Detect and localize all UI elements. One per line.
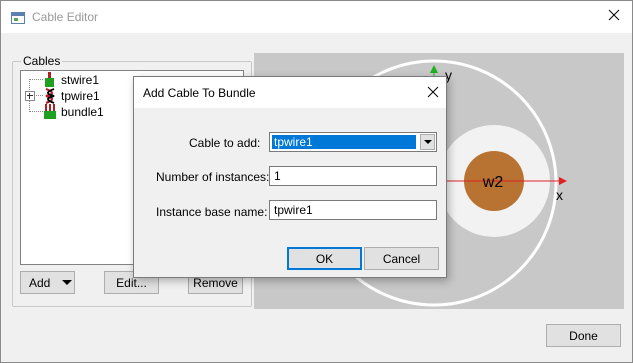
- dialog-title-bar: Add Cable To Bundle: [134, 77, 446, 108]
- tree-item-label: bundle1: [61, 105, 104, 119]
- instances-label: Number of instances:: [156, 170, 270, 184]
- dropdown-arrow-icon: [62, 280, 73, 285]
- ok-button[interactable]: OK: [287, 247, 362, 270]
- close-icon[interactable]: [607, 8, 621, 22]
- bundle-cable-icon: [44, 104, 56, 119]
- x-axis-arrow: [559, 177, 567, 185]
- title-bar: Cable Editor: [1, 1, 632, 33]
- done-button-label: Done: [569, 328, 598, 343]
- close-icon[interactable]: [427, 86, 439, 98]
- expand-icon[interactable]: [25, 91, 35, 101]
- ok-button-label: OK: [315, 251, 334, 266]
- single-wire-cable-icon: [45, 72, 54, 87]
- cable-select-dropdown-button[interactable]: [420, 134, 435, 150]
- cable-select[interactable]: tpwire1: [269, 132, 437, 152]
- add-cable-dialog: Add Cable To Bundle Cable to add: tpwire…: [133, 76, 447, 278]
- chevron-down-icon: [423, 140, 432, 144]
- tree-item-label: stwire1: [61, 73, 100, 87]
- base-name-label: Instance base name:: [156, 205, 268, 219]
- add-button-label: Add: [29, 275, 51, 290]
- tree-item-label: tpwire1: [61, 89, 100, 103]
- x-axis-label: x: [556, 187, 563, 203]
- instances-field[interactable]: [269, 166, 437, 186]
- dialog-title: Add Cable To Bundle: [143, 86, 256, 100]
- cancel-button[interactable]: Cancel: [364, 247, 439, 270]
- done-button[interactable]: Done: [546, 324, 621, 347]
- wire-label: w2: [482, 174, 504, 191]
- app-window-icon: [11, 12, 25, 24]
- window-title: Cable Editor: [32, 10, 99, 24]
- cable-select-value: tpwire1: [272, 135, 416, 149]
- add-button[interactable]: Add: [20, 271, 75, 294]
- cable-to-add-label: Cable to add:: [189, 136, 261, 150]
- twisted-pair-cable-icon: [45, 88, 55, 104]
- cables-group-label: Cables: [21, 54, 63, 68]
- cancel-button-label: Cancel: [382, 251, 421, 266]
- base-name-field[interactable]: [269, 200, 437, 220]
- y-axis-arrow: [430, 65, 438, 73]
